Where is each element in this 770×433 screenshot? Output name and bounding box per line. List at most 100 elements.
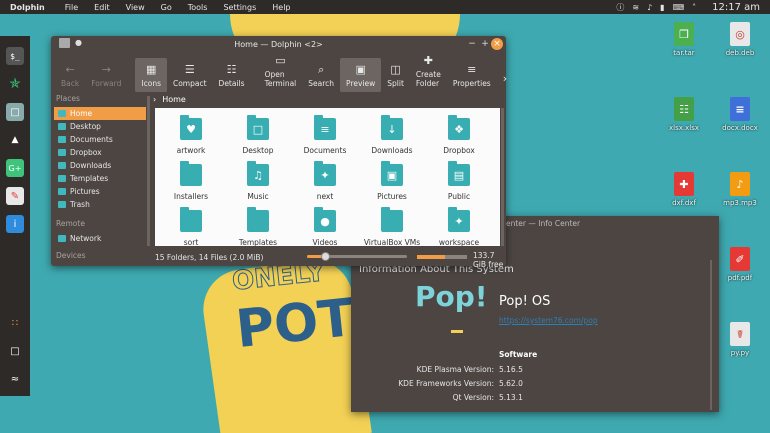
folder-item[interactable]: VirtualBox VMs bbox=[359, 207, 425, 246]
info-center-icon[interactable]: i bbox=[6, 215, 24, 233]
launcher-icon[interactable]: ▲ bbox=[6, 131, 24, 149]
place-item-home[interactable]: Home bbox=[54, 107, 146, 120]
files-icon[interactable]: □ bbox=[6, 103, 24, 121]
wifi-icon[interactable]: ≋ bbox=[632, 3, 639, 12]
create-folder-button[interactable]: ✚ Create Folder bbox=[410, 54, 447, 92]
desktop-file-icon[interactable]: ☤ py.py bbox=[712, 322, 768, 357]
folder-item[interactable]: ♥ artwork bbox=[158, 115, 224, 155]
battery-icon[interactable]: ▮ bbox=[660, 3, 664, 12]
keyboard-icon[interactable]: ⌨ bbox=[673, 3, 685, 12]
chevron-up-icon[interactable]: ˄ bbox=[692, 3, 696, 12]
folder-item[interactable]: sort bbox=[158, 207, 224, 246]
forward-label: Forward bbox=[91, 79, 122, 88]
compact-button[interactable]: ☰ Compact bbox=[167, 58, 213, 92]
folder-icon bbox=[58, 201, 66, 208]
menu-edit[interactable]: Edit bbox=[86, 3, 118, 12]
maximize-button[interactable]: + bbox=[479, 38, 491, 50]
desktop-file-icon[interactable]: ◎ deb.deb bbox=[712, 22, 768, 57]
place-label: Network bbox=[70, 234, 102, 243]
pop-os-logo: Pop! bbox=[415, 280, 488, 313]
desktop-file-icon[interactable]: ✚ dxf.dxf bbox=[656, 172, 712, 207]
preview-button[interactable]: ▣ Preview bbox=[340, 58, 382, 92]
dolphin-window[interactable]: ● Home — Dolphin <2> − + × ← Back → Forward… bbox=[51, 36, 507, 269]
folder-label: sort bbox=[183, 238, 199, 246]
properties-button[interactable]: ≡ Properties bbox=[447, 58, 497, 92]
menu-file[interactable]: File bbox=[57, 3, 86, 12]
folder-item[interactable]: ● Videos bbox=[292, 207, 358, 246]
more-button[interactable]: › bbox=[497, 58, 513, 92]
store-icon[interactable]: ✯ bbox=[6, 75, 24, 93]
folder-item[interactable]: Templates bbox=[225, 207, 291, 246]
open-terminal-button[interactable]: ▭ Open Terminal bbox=[259, 54, 303, 92]
folder-item[interactable]: ≡ Documents bbox=[292, 115, 358, 155]
details-button[interactable]: ☷ Details bbox=[213, 58, 251, 92]
file-view[interactable]: ♥ artwork □ Desktop ≡ Documents ↓ Downloads ❖ Dro… bbox=[155, 108, 500, 246]
zoom-slider[interactable] bbox=[307, 252, 407, 261]
folder-item[interactable]: ▣ Pictures bbox=[359, 161, 425, 201]
folder-item[interactable]: ♫ Music bbox=[225, 161, 291, 201]
place-item-network[interactable]: Network bbox=[54, 232, 146, 245]
place-item-trash[interactable]: Trash bbox=[54, 198, 146, 211]
icons-button[interactable]: ▦ Icons bbox=[135, 58, 167, 92]
zoom-handle[interactable] bbox=[321, 252, 330, 261]
place-item-downloads[interactable]: Downloads bbox=[54, 159, 146, 172]
folder-item[interactable]: ❖ Dropbox bbox=[426, 115, 492, 155]
place-item-desktop[interactable]: Desktop bbox=[54, 120, 146, 133]
menu-settings[interactable]: Settings bbox=[215, 3, 264, 12]
folder-item[interactable]: ▤ Public bbox=[426, 161, 492, 201]
desktop-file-icon[interactable]: ☷ xlsx.xlsx bbox=[656, 97, 712, 132]
folder-icon: ✦ bbox=[314, 161, 336, 186]
folder-item[interactable]: ✦ next bbox=[292, 161, 358, 201]
menu-help[interactable]: Help bbox=[264, 3, 298, 12]
folder-item[interactable]: ✦ workspace bbox=[426, 207, 492, 246]
search-button[interactable]: ⌕ Search bbox=[302, 58, 340, 92]
back-button[interactable]: ← Back bbox=[55, 58, 85, 92]
menu-go[interactable]: Go bbox=[153, 3, 180, 12]
desktop-file-icon[interactable]: ✐ pdf.pdf bbox=[712, 247, 768, 282]
place-item-templates[interactable]: Templates bbox=[54, 172, 146, 185]
editor-icon[interactable]: ✎ bbox=[6, 187, 24, 205]
folder-item[interactable]: ↓ Downloads bbox=[359, 115, 425, 155]
folder-item[interactable]: Installers bbox=[158, 161, 224, 201]
place-label: Home bbox=[70, 109, 93, 118]
place-label: Pictures bbox=[70, 187, 100, 196]
breadcrumb-home[interactable]: Home bbox=[162, 95, 186, 104]
os-url-link[interactable]: https://system76.com/pop bbox=[499, 316, 598, 325]
forward-button[interactable]: → Forward bbox=[85, 58, 127, 92]
breadcrumb[interactable]: › Home bbox=[153, 92, 186, 106]
status-text: 15 Folders, 14 Files (2.0 MiB) bbox=[155, 252, 264, 262]
folder-item[interactable]: □ Desktop bbox=[225, 115, 291, 155]
volume-icon[interactable]: ♪ bbox=[647, 3, 652, 12]
folder-icon bbox=[58, 175, 66, 182]
menu-tools[interactable]: Tools bbox=[180, 3, 216, 12]
app-grid-icon[interactable]: ∷ bbox=[6, 314, 24, 332]
places-scrollbar[interactable] bbox=[147, 96, 150, 246]
split-button[interactable]: ◫ Split bbox=[381, 58, 410, 92]
desktop-file-icon[interactable]: ♪ mp3.mp3 bbox=[712, 172, 768, 207]
menu-view[interactable]: View bbox=[118, 3, 153, 12]
terminal-icon[interactable]: $_ bbox=[6, 47, 24, 65]
split-label: Split bbox=[387, 79, 404, 88]
active-app-name[interactable]: Dolphin bbox=[0, 3, 57, 12]
folder-label: workspace bbox=[438, 238, 480, 246]
file-type-icon: ☤ bbox=[730, 322, 750, 346]
split-icon: ◫ bbox=[390, 63, 401, 76]
folder-label: Videos bbox=[312, 238, 338, 246]
settings-icon[interactable]: ≈ bbox=[6, 370, 24, 388]
file-view-scrollbar[interactable] bbox=[501, 108, 504, 246]
clock[interactable]: 12:17 am bbox=[712, 2, 760, 13]
dolphin-titlebar[interactable]: ● Home — Dolphin <2> − + × bbox=[51, 36, 506, 52]
close-button[interactable]: × bbox=[491, 38, 503, 50]
place-item-dropbox[interactable]: Dropbox bbox=[54, 146, 146, 159]
desktop-file-icon[interactable]: ❐ tar.tar bbox=[656, 22, 712, 57]
window-icon[interactable]: □ bbox=[6, 342, 24, 360]
minimize-button[interactable]: − bbox=[466, 38, 478, 50]
folder-label: Templates bbox=[238, 238, 278, 246]
desktop-file-icon[interactable]: ≡ docx.docx bbox=[712, 97, 768, 132]
info-scrollbar[interactable] bbox=[710, 260, 712, 410]
create-folder-label: Create Folder bbox=[415, 70, 441, 88]
gplus-icon[interactable]: G+ bbox=[6, 159, 24, 177]
info-icon[interactable]: ⓘ bbox=[616, 2, 624, 13]
place-item-documents[interactable]: Documents bbox=[54, 133, 146, 146]
place-item-pictures[interactable]: Pictures bbox=[54, 185, 146, 198]
